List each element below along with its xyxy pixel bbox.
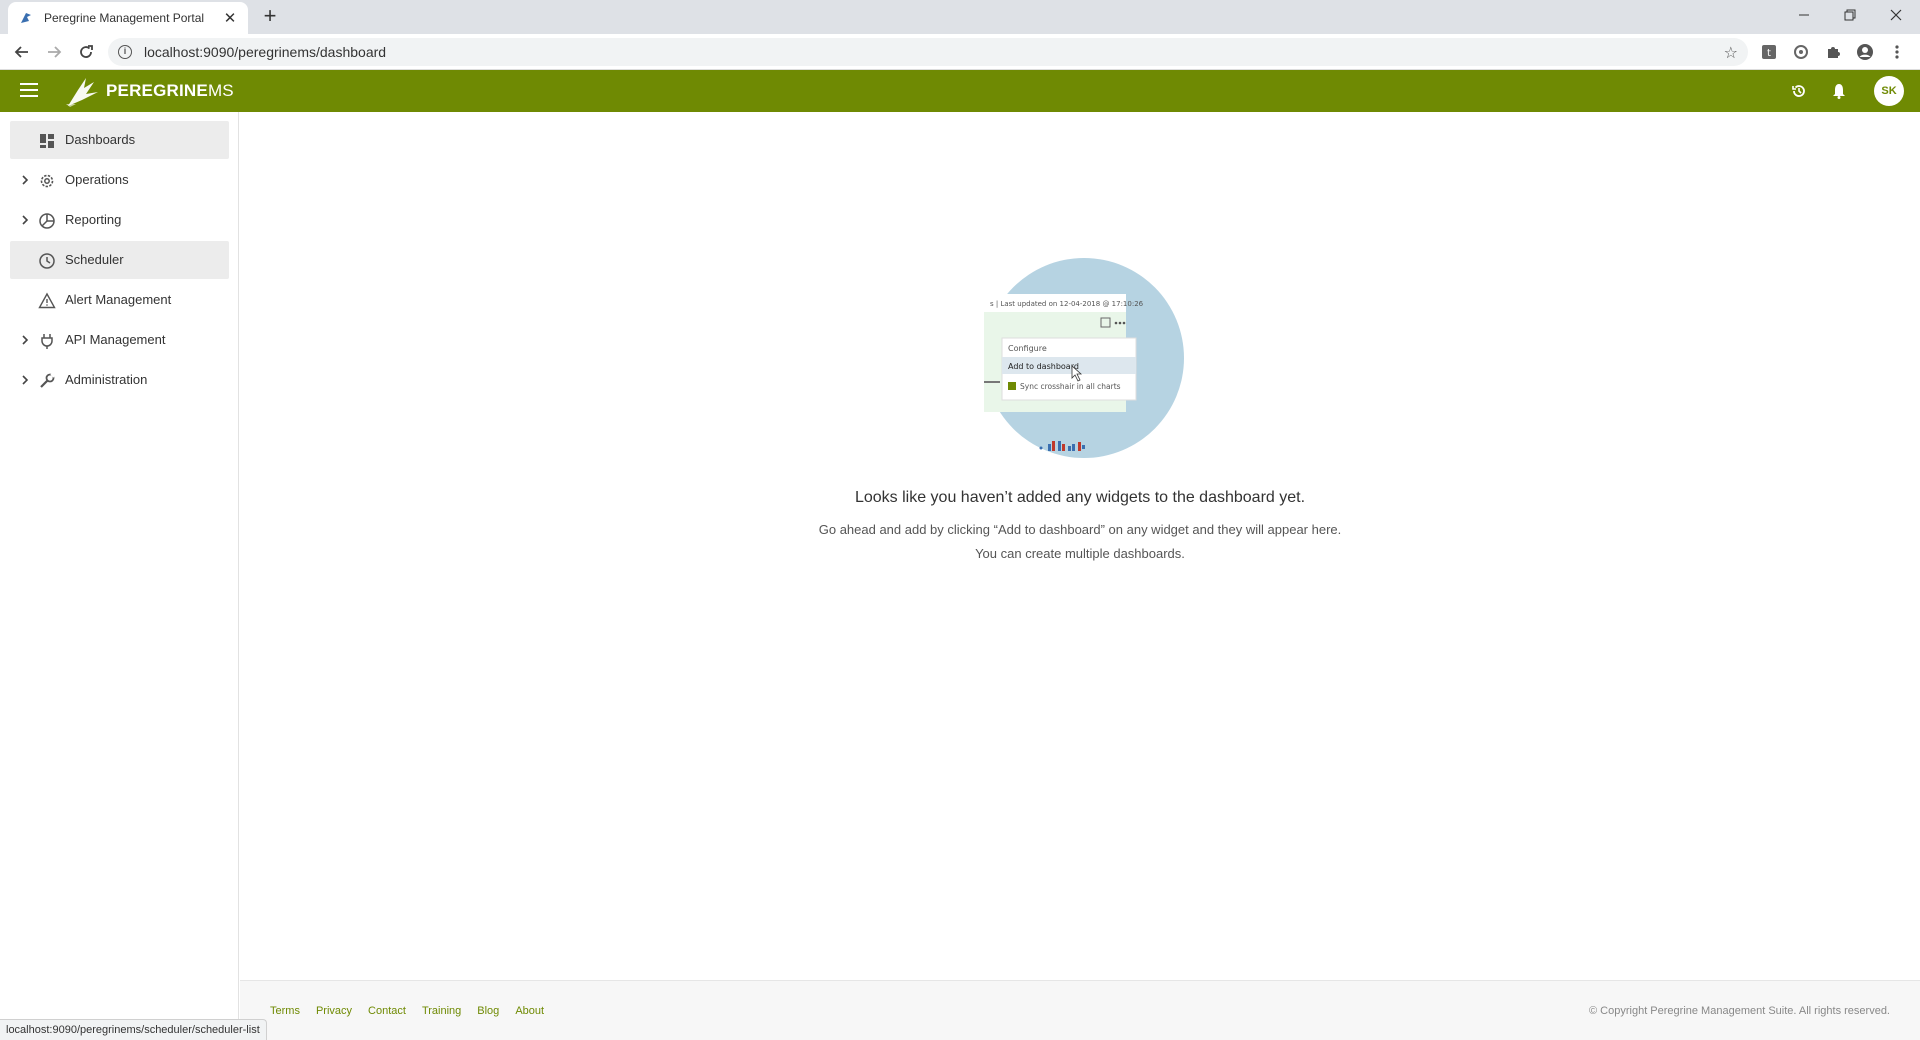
sidebar-item-label: API Management bbox=[65, 332, 166, 347]
gear-icon bbox=[40, 174, 54, 188]
bookmark-star-icon[interactable]: ☆ bbox=[1724, 43, 1738, 63]
footer-link-blog[interactable]: Blog bbox=[477, 1005, 499, 1017]
address-bar[interactable]: i localhost:9090/peregrinems/dashboard ☆ bbox=[108, 38, 1748, 66]
illustration-menu-item: Add to dashboard bbox=[1008, 362, 1079, 371]
close-tab-icon[interactable]: ✕ bbox=[222, 10, 238, 27]
browser-tab-strip: Peregrine Management Portal ✕ + bbox=[0, 0, 1920, 34]
footer-links: Terms Privacy Contact Training Blog Abou… bbox=[270, 1005, 544, 1017]
forward-arrow-icon[interactable] bbox=[42, 40, 66, 64]
browser-tab[interactable]: Peregrine Management Portal ✕ bbox=[8, 2, 248, 34]
extension-icon[interactable]: t bbox=[1759, 42, 1779, 62]
new-tab-button[interactable]: + bbox=[258, 5, 282, 29]
sidebar-item-operations[interactable]: Operations bbox=[10, 161, 229, 199]
puzzle-extensions-icon[interactable] bbox=[1823, 42, 1843, 62]
sidebar-item-alert-management[interactable]: Alert Management bbox=[10, 281, 229, 319]
wrench-icon bbox=[40, 373, 55, 388]
peregrine-favicon-icon bbox=[18, 10, 34, 26]
dashboard-icon bbox=[40, 134, 54, 148]
sidebar-item-scheduler[interactable]: Scheduler bbox=[10, 241, 229, 279]
footer-link-training[interactable]: Training bbox=[422, 1005, 461, 1017]
peregrine-bird-icon bbox=[66, 78, 98, 107]
chevron-right-icon[interactable] bbox=[18, 373, 32, 387]
minimize-window-icon[interactable] bbox=[1781, 0, 1827, 30]
close-window-icon[interactable] bbox=[1873, 0, 1919, 30]
tab-title: Peregrine Management Portal bbox=[44, 11, 205, 25]
brand-name-light: MS bbox=[207, 81, 234, 100]
illustration-header-text: s | Last updated on 12-04-2018 @ 17:10:2… bbox=[990, 300, 1144, 308]
empty-state-title: Looks like you haven’t added any widgets… bbox=[854, 489, 1306, 506]
sidebar-item-label: Alert Management bbox=[65, 292, 172, 307]
dashboard-main: s | Last updated on 12-04-2018 @ 17:10:2… bbox=[240, 112, 1920, 980]
brand-logo[interactable]: PEREGRINEMS bbox=[64, 74, 234, 108]
brand-name-bold: PEREGRINE bbox=[106, 81, 208, 100]
sidebar-item-label: Dashboards bbox=[65, 132, 136, 147]
footer-link-terms[interactable]: Terms bbox=[270, 1005, 300, 1017]
footer-link-contact[interactable]: Contact bbox=[368, 1005, 406, 1017]
sidebar-item-label: Administration bbox=[65, 372, 148, 387]
more-menu-icon[interactable] bbox=[1887, 42, 1907, 62]
bell-icon[interactable] bbox=[1830, 82, 1848, 100]
restore-window-icon[interactable] bbox=[1827, 0, 1873, 30]
footer-link-about[interactable]: About bbox=[515, 1005, 544, 1017]
sidebar-item-dashboards[interactable]: Dashboards bbox=[10, 121, 229, 159]
sidebar: Dashboards Operations Reporting Schedule… bbox=[0, 112, 239, 1040]
copyright-text: © Copyright Peregrine Management Suite. … bbox=[1589, 1005, 1890, 1017]
chevron-right-icon[interactable] bbox=[18, 173, 32, 187]
reload-icon[interactable] bbox=[74, 40, 98, 64]
footer: Terms Privacy Contact Training Blog Abou… bbox=[240, 980, 1920, 1040]
illustration-menu-item: Sync crosshair in all charts bbox=[1020, 382, 1121, 391]
sidebar-item-label: Operations bbox=[65, 172, 129, 187]
sidebar-item-label: Reporting bbox=[65, 212, 122, 227]
sidebar-item-api-management[interactable]: API Management bbox=[10, 321, 229, 359]
empty-state-hint: You can create multiple dashboards. bbox=[975, 546, 1185, 561]
footer-link-privacy[interactable]: Privacy bbox=[316, 1005, 352, 1017]
empty-state-description: Go ahead and add by clicking “Add to das… bbox=[818, 522, 1342, 537]
chevron-right-icon[interactable] bbox=[18, 213, 32, 227]
illustration-menu-item: Configure bbox=[1008, 344, 1047, 353]
user-avatar[interactable]: SK bbox=[1874, 76, 1904, 106]
link-status-bar: localhost:9090/peregrinems/scheduler/sch… bbox=[0, 1019, 267, 1040]
empty-dashboard-illustration: s | Last updated on 12-04-2018 @ 17:10:2… bbox=[984, 258, 1184, 458]
sidebar-item-label: Scheduler bbox=[65, 252, 124, 267]
chevron-right-icon[interactable] bbox=[18, 333, 32, 347]
extension-circle-icon[interactable] bbox=[1791, 42, 1811, 62]
profile-icon[interactable] bbox=[1855, 42, 1875, 62]
plug-icon bbox=[41, 334, 53, 349]
sidebar-item-reporting[interactable]: Reporting bbox=[10, 201, 229, 239]
history-icon[interactable] bbox=[1790, 82, 1808, 100]
sidebar-item-administration[interactable]: Administration bbox=[10, 361, 229, 399]
pie-chart-icon bbox=[39, 213, 55, 229]
app-header: PEREGRINEMS SK bbox=[0, 70, 1920, 112]
warning-icon bbox=[38, 292, 56, 309]
svg-text:t: t bbox=[1767, 48, 1771, 59]
clock-icon bbox=[39, 253, 55, 269]
hamburger-menu-icon[interactable] bbox=[20, 83, 38, 99]
back-arrow-icon[interactable] bbox=[10, 40, 34, 64]
browser-toolbar: i localhost:9090/peregrinems/dashboard ☆… bbox=[0, 34, 1920, 70]
url-text: localhost:9090/peregrinems/dashboard bbox=[144, 44, 387, 60]
site-info-icon[interactable]: i bbox=[118, 45, 132, 59]
